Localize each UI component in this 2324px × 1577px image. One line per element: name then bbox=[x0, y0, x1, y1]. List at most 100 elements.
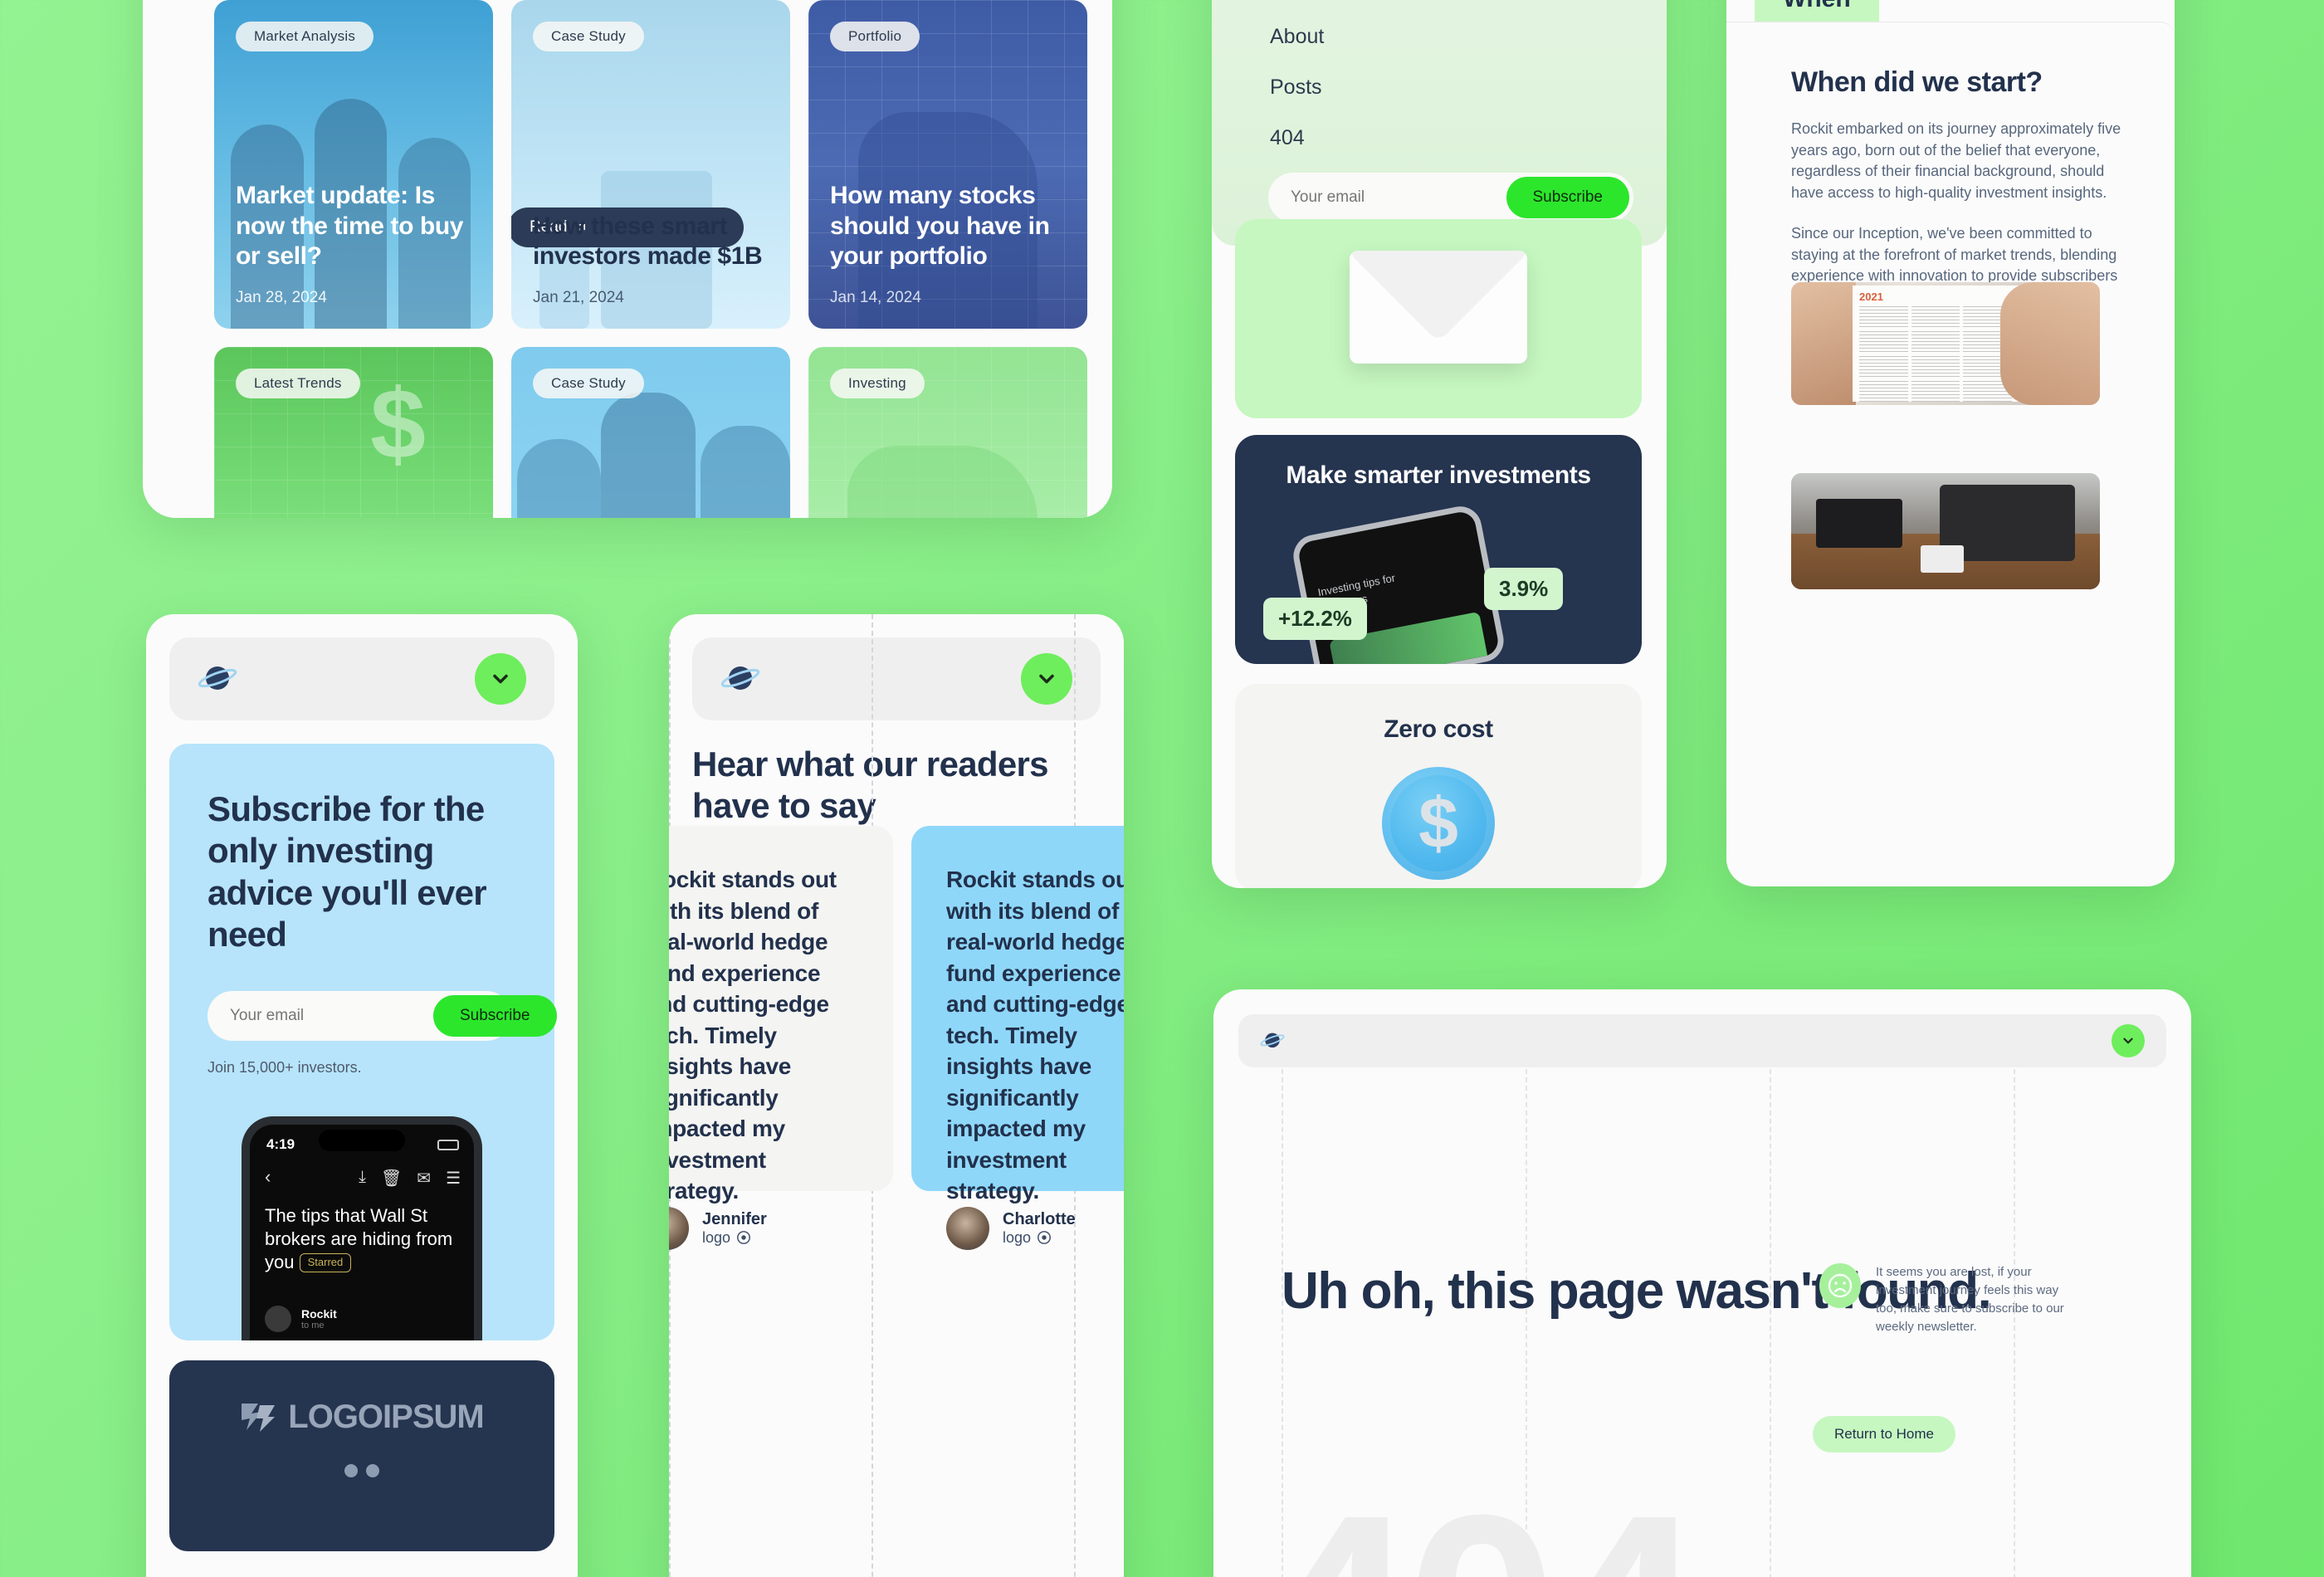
blog-card[interactable]: Case Study Read How these smart investor… bbox=[511, 0, 790, 329]
card-title: How many stocks should you have in your … bbox=[830, 182, 1050, 271]
nav-link-about[interactable]: About bbox=[1270, 25, 1324, 49]
chevron-down-icon bbox=[2123, 1038, 2133, 1044]
avatar bbox=[265, 1305, 291, 1332]
nav-link-404[interactable]: 404 bbox=[1270, 126, 1324, 150]
navbar bbox=[1238, 1014, 2166, 1067]
logoipsum-logo: LOGOIPSUM bbox=[240, 1398, 485, 1436]
badge-gain-right: 3.9% bbox=[1484, 568, 1564, 610]
chevron-down-icon bbox=[493, 674, 508, 684]
planet-logo-icon[interactable] bbox=[720, 659, 760, 699]
sender-recipient: to me bbox=[301, 1320, 325, 1330]
card-tag: Case Study bbox=[533, 22, 644, 51]
card-title: How these smart investors made $1B bbox=[533, 212, 763, 271]
download-icon[interactable]: ⤓ bbox=[359, 1168, 366, 1189]
sad-face-icon bbox=[1819, 1263, 1861, 1308]
about-heading: When did we start? bbox=[1791, 66, 2043, 98]
card-date: Jan 14, 2024 bbox=[830, 289, 921, 306]
blog-card-grid: Market Analysis Market update: Is now th… bbox=[214, 0, 1087, 518]
card-tag: Market Analysis bbox=[236, 22, 374, 51]
phone-time: 4:19 bbox=[266, 1135, 295, 1152]
company-logo-icon bbox=[737, 1231, 750, 1245]
subscribe-button[interactable]: Subscribe bbox=[433, 994, 557, 1037]
card-tag: Portfolio bbox=[830, 22, 920, 51]
navbar bbox=[692, 637, 1101, 720]
menu-icon[interactable]: ☰ bbox=[446, 1168, 461, 1189]
hand-right bbox=[2000, 282, 2100, 405]
phone-mockup: 4:19 ‹ ⤓ 🗑 ✉ ☰ The tips that Wall St bro… bbox=[242, 1116, 482, 1340]
sender-name: Rockit bbox=[301, 1306, 337, 1321]
testimonial-name: Jennifer bbox=[702, 1209, 767, 1228]
calendar-months bbox=[1853, 303, 2019, 405]
testimonials-heading: Hear what our readers have to say bbox=[692, 745, 1049, 825]
avatar bbox=[669, 1206, 689, 1250]
badge-gain-left: +12.2% bbox=[1263, 598, 1367, 640]
card-date: Jan 28, 2024 bbox=[236, 289, 327, 306]
planet-logo-icon[interactable] bbox=[198, 659, 237, 699]
planet-logo-icon[interactable] bbox=[1260, 1028, 1285, 1053]
blog-card[interactable]: Portfolio How many stocks should you hav… bbox=[808, 0, 1087, 329]
calendar-photo: 2021 bbox=[1791, 282, 2100, 405]
testimonial-card-list: Rockit stands out with its blend of real… bbox=[669, 826, 1124, 1250]
back-icon[interactable]: ‹ bbox=[265, 1166, 271, 1188]
logoipsum-mark-icon bbox=[242, 1404, 276, 1433]
subscribe-card: Subscribe for the only investing advice … bbox=[169, 744, 557, 1340]
testimonial-quote: Rockit stands out with its blend of real… bbox=[669, 867, 837, 1204]
subscribe-button[interactable]: Subscribe bbox=[1506, 177, 1629, 218]
testimonial-card[interactable]: Rockit stands out with its blend of real… bbox=[669, 826, 893, 1250]
dot bbox=[344, 1463, 358, 1477]
not-found-note-block: It seems you are lost, if your investmen… bbox=[1819, 1263, 2077, 1336]
trash-icon[interactable]: 🗑 bbox=[381, 1168, 402, 1189]
logo-strip: LOGOIPSUM bbox=[169, 1360, 554, 1551]
card-tag: Investing bbox=[830, 369, 925, 398]
watermark-404: 404 bbox=[1262, 1474, 1702, 1577]
logoipsum-text: LOGOIPSUM bbox=[288, 1398, 484, 1435]
about-panel: When When did we start? Rockit embarked … bbox=[1726, 0, 2175, 886]
calendar-year: 2021 bbox=[1859, 290, 1883, 303]
card-title: Zero cost bbox=[1384, 715, 1493, 743]
subscribe-panel: Subscribe for the only investing advice … bbox=[146, 614, 578, 1577]
card-tag: Latest Trends bbox=[236, 369, 360, 398]
desk-photo bbox=[1791, 473, 2100, 589]
newsletter-features-panel: About Posts 404 Subscribe Make smarter i… bbox=[1212, 0, 1667, 888]
email-input[interactable] bbox=[1272, 177, 1506, 218]
zero-cost-card: Zero cost $ bbox=[1235, 684, 1642, 888]
testimonial-role: logo bbox=[1003, 1228, 1032, 1246]
navbar bbox=[169, 637, 554, 720]
battery-icon bbox=[437, 1139, 459, 1150]
not-found-panel: Uh oh, this page wasn't found. It seems … bbox=[1213, 989, 2191, 1577]
card-title: Make smarter investments bbox=[1286, 461, 1591, 489]
envelope-card bbox=[1235, 219, 1642, 418]
blog-card[interactable]: Investing bbox=[808, 347, 1087, 518]
testimonials-panel: Hear what our readers have to say Rockit… bbox=[669, 614, 1124, 1577]
about-paragraph: Rockit embarked on its journey approxima… bbox=[1791, 120, 2121, 201]
envelope-icon bbox=[1350, 251, 1527, 364]
card-tag: Case Study bbox=[533, 369, 644, 398]
blog-card[interactable]: Market Analysis Market update: Is now th… bbox=[214, 0, 493, 329]
email-subject: The tips that Wall St brokers are hiding… bbox=[265, 1204, 453, 1272]
return-to-home-button[interactable]: Return to Home bbox=[1813, 1416, 1955, 1452]
avatar bbox=[946, 1206, 989, 1250]
calendar-screen: 2021 bbox=[1853, 286, 2019, 405]
menu-toggle-button[interactable] bbox=[2112, 1024, 2145, 1057]
hand-left bbox=[1791, 282, 1856, 405]
menu-toggle-button[interactable] bbox=[1021, 653, 1072, 705]
card-title: Market update: Is now the time to buy or… bbox=[236, 182, 464, 271]
testimonial-name: Charlotte bbox=[1003, 1209, 1076, 1228]
email-input[interactable] bbox=[212, 994, 433, 1037]
card-date: Jan 21, 2024 bbox=[533, 289, 624, 306]
smarter-investments-card: Make smarter investments Investing tips … bbox=[1235, 435, 1642, 664]
blog-card[interactable]: $ $ Latest Trends bbox=[214, 347, 493, 518]
starred-badge: Starred bbox=[299, 1252, 352, 1272]
testimonial-card[interactable]: Rockit stands out with its blend of real… bbox=[911, 826, 1124, 1250]
dollar-coin-icon: $ bbox=[1382, 767, 1495, 880]
newsletter-subscribe-form: Subscribe bbox=[1268, 173, 1633, 222]
chevron-down-icon bbox=[1039, 674, 1054, 684]
subscribe-form: Subscribe bbox=[208, 990, 557, 1041]
nav-link-posts[interactable]: Posts bbox=[1270, 76, 1324, 100]
blog-card[interactable]: Case Study bbox=[511, 347, 790, 518]
not-found-note: It seems you are lost, if your investmen… bbox=[1876, 1265, 2064, 1334]
menu-toggle-button[interactable] bbox=[475, 653, 526, 705]
dot bbox=[366, 1463, 379, 1477]
mail-icon[interactable]: ✉ bbox=[417, 1168, 431, 1189]
testimonial-quote: Rockit stands out with its blend of real… bbox=[946, 867, 1124, 1204]
